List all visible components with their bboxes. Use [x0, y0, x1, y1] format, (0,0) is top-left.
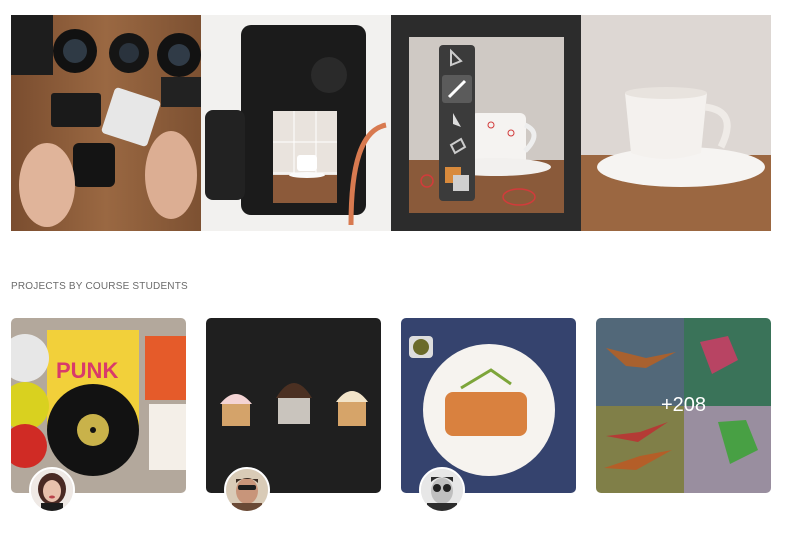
- coffee-cup-image: [581, 15, 771, 231]
- svg-text:PUNK: PUNK: [56, 358, 118, 383]
- camera-live-view-image: [201, 15, 391, 231]
- hero-image-strip: [11, 15, 771, 231]
- more-projects-count[interactable]: +208: [596, 318, 771, 493]
- project-card-salmon-plate[interactable]: [401, 318, 576, 493]
- project-card-origami[interactable]: +208: [596, 318, 771, 493]
- section-title: PROJECTS BY COURSE STUDENTS: [11, 281, 188, 292]
- avatar-man-glasses[interactable]: [419, 467, 465, 513]
- photo-editing-tools-image: [391, 15, 581, 231]
- avatar-woman[interactable]: [29, 467, 75, 513]
- avatar-man-sunglasses[interactable]: [224, 467, 270, 513]
- camera-gear-on-table-image: [11, 15, 201, 231]
- project-card-cupcakes[interactable]: [206, 318, 381, 493]
- project-card-records[interactable]: PUNK: [11, 318, 186, 493]
